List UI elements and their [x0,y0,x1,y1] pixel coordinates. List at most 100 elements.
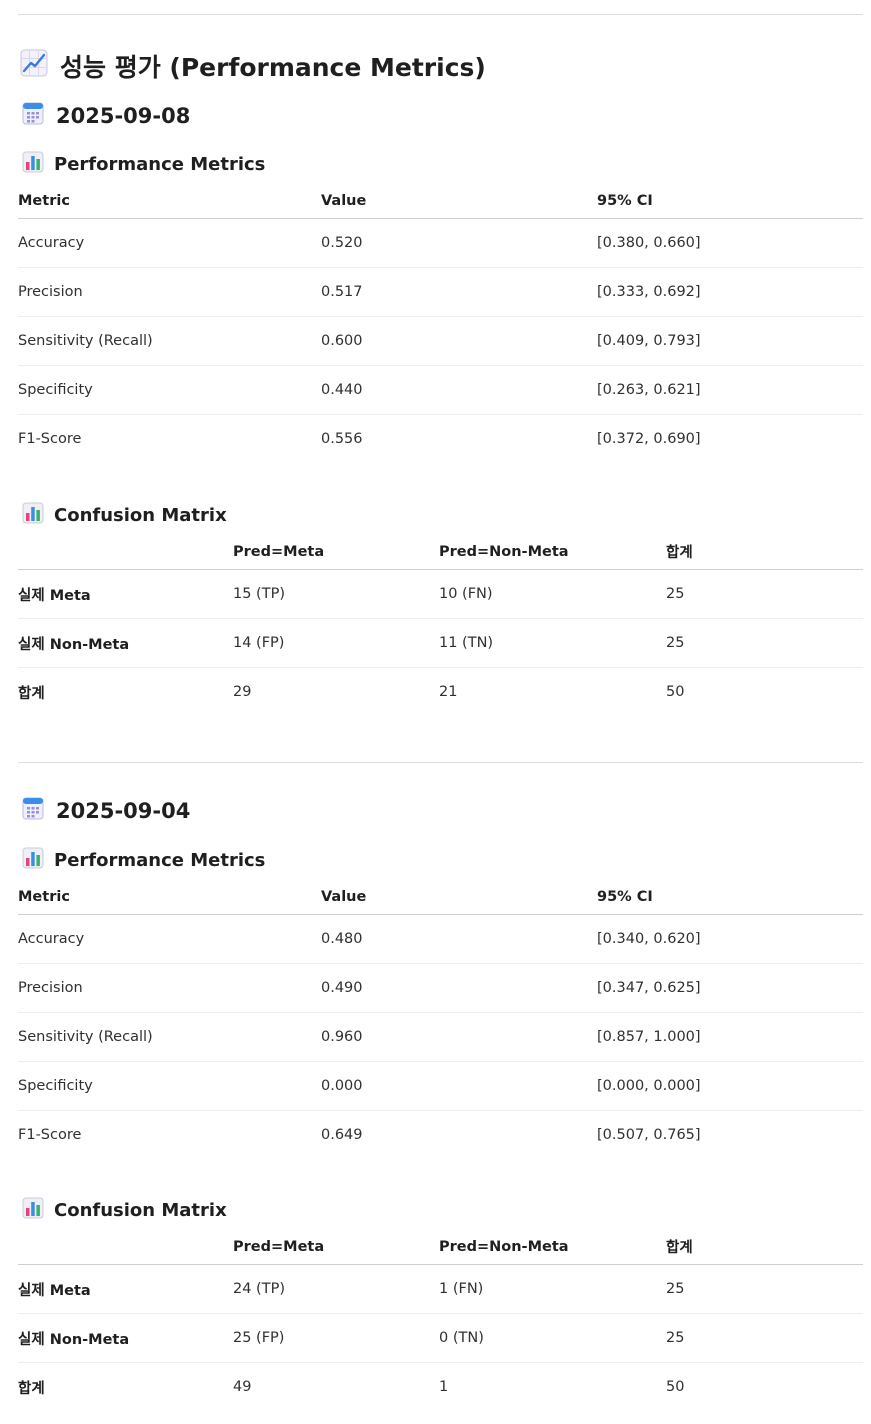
metric-value: 0.520 [321,218,597,268]
cell-value: 25 [666,618,863,668]
table-row: Sensitivity (Recall) 0.600 [0.409, 0.793] [18,316,863,366]
confusion-heading: Confusion Matrix [22,502,227,529]
table-row: Precision 0.490 [0.347, 0.625] [18,963,863,1013]
cell-value: 25 (FP) [233,1313,439,1363]
metric-ci: [0.380, 0.660] [597,218,863,268]
calendar-icon [22,796,44,825]
row-label: 실제 Non-Meta [18,618,233,668]
metric-ci: [0.372, 0.690] [597,431,701,447]
cell-value: 0 (TN) [439,1313,666,1363]
column-header: Value [321,183,597,219]
date-heading-text: 2025-09-04 [56,798,191,823]
metric-value: 0.440 [321,365,597,415]
metric-value: 0.490 [321,963,597,1013]
top-divider [18,14,863,15]
row-label: 실제 Non-Meta [18,1313,233,1363]
cell-value: 24 (TP) [233,1264,439,1314]
cell-value: 11 (TN) [439,618,666,668]
metrics-table: Metric Value 95% CI Accuracy 0.520 [0.380,… [18,183,863,463]
column-header: Pred=Meta [233,534,439,570]
column-header: Metric [18,879,321,915]
cell-value: 21 [439,684,458,700]
cell-value: 25 [666,1313,863,1363]
cell-value: 1 [439,1379,449,1395]
metric-ci: [0.347, 0.625] [597,963,863,1013]
table-row: 합계 29 21 50 [18,668,863,717]
table-header-row: Metric Value 95% CI [18,879,863,915]
table-row: 실제 Non-Meta 14 (FP) 11 (TN) 25 [18,618,863,668]
column-header: Metric [18,183,321,219]
metric-ci: [0.507, 0.765] [597,1127,701,1143]
cell-value: 15 (TP) [233,569,439,619]
metrics-heading-text: Performance Metrics [54,154,266,175]
bar-chart-icon [22,847,44,874]
metric-ci: [0.857, 1.000] [597,1012,863,1062]
table-row: Specificity 0.440 [0.263, 0.621] [18,365,863,415]
confusion-heading: Confusion Matrix [22,1197,227,1224]
page-title: 성능 평가 (Performance Metrics) [20,48,486,84]
column-header [18,534,233,570]
column-header: 합계 [666,1229,863,1265]
section-divider [18,762,863,763]
metric-name: Sensitivity (Recall) [18,316,321,366]
row-label: 합계 [18,1380,45,1397]
metric-name: F1-Score [18,431,82,447]
metrics-table: Metric Value 95% CI Accuracy 0.480 [0.340,… [18,879,863,1159]
table-row: 실제 Non-Meta 25 (FP) 0 (TN) 25 [18,1313,863,1363]
confusion-table: Pred=Meta Pred=Non-Meta 합계 실제 Meta 15 (TP… [18,534,863,716]
metric-name: Accuracy [18,914,321,964]
metric-name: Specificity [18,1061,321,1111]
cell-value: 50 [666,684,685,700]
page-title-text: 성능 평가 (Performance Metrics) [60,53,486,82]
column-header: 95% CI [597,183,863,219]
bar-chart-icon [22,151,44,178]
table-row: F1-Score 0.649 [0.507, 0.765] [18,1111,863,1160]
table-row: Precision 0.517 [0.333, 0.692] [18,267,863,317]
metrics-heading-text: Performance Metrics [54,850,266,871]
cell-value: 1 (FN) [439,1264,666,1314]
metric-ci: [0.340, 0.620] [597,914,863,964]
column-header: Pred=Meta [233,1229,439,1265]
metric-value: 0.000 [321,1061,597,1111]
metric-value: 0.960 [321,1012,597,1062]
table-header-row: Pred=Meta Pred=Non-Meta 합계 [18,1229,863,1265]
table-row: Sensitivity (Recall) 0.960 [0.857, 1.000] [18,1012,863,1062]
metric-name: F1-Score [18,1127,82,1143]
metric-name: Specificity [18,365,321,415]
row-label: 실제 Meta [18,569,233,619]
metric-name: Precision [18,963,321,1013]
metric-ci: [0.000, 0.000] [597,1061,863,1111]
date-heading: 2025-09-04 [22,796,190,825]
bar-chart-icon [22,502,44,529]
bar-chart-icon [22,1197,44,1224]
metrics-heading: Performance Metrics [22,151,265,178]
table-row: Accuracy 0.480 [0.340, 0.620] [18,914,863,964]
metric-name: Sensitivity (Recall) [18,1012,321,1062]
table-header-row: Pred=Meta Pred=Non-Meta 합계 [18,534,863,570]
metric-value: 0.556 [321,431,363,447]
column-header: 합계 [666,534,863,570]
row-label: 합계 [18,685,45,702]
metric-value: 0.649 [321,1127,363,1143]
cell-value: 25 [666,569,863,619]
metric-ci: [0.409, 0.793] [597,316,863,366]
metric-name: Accuracy [18,218,321,268]
table-row: 실제 Meta 24 (TP) 1 (FN) 25 [18,1264,863,1314]
table-row: Specificity 0.000 [0.000, 0.000] [18,1061,863,1111]
metric-value: 0.600 [321,316,597,366]
metric-ci: [0.333, 0.692] [597,267,863,317]
table-header-row: Metric Value 95% CI [18,183,863,219]
cell-value: 25 [666,1264,863,1314]
cell-value: 29 [233,684,252,700]
chart-increasing-icon [20,49,48,83]
cell-value: 10 (FN) [439,569,666,619]
cell-value: 14 (FP) [233,618,439,668]
date-heading: 2025-09-08 [22,101,190,130]
metric-name: Precision [18,267,321,317]
row-label: 실제 Meta [18,1264,233,1314]
column-header: 95% CI [597,879,863,915]
metric-ci: [0.263, 0.621] [597,365,863,415]
table-row: 합계 49 1 50 [18,1363,863,1412]
cell-value: 49 [233,1379,252,1395]
table-row: 실제 Meta 15 (TP) 10 (FN) 25 [18,569,863,619]
